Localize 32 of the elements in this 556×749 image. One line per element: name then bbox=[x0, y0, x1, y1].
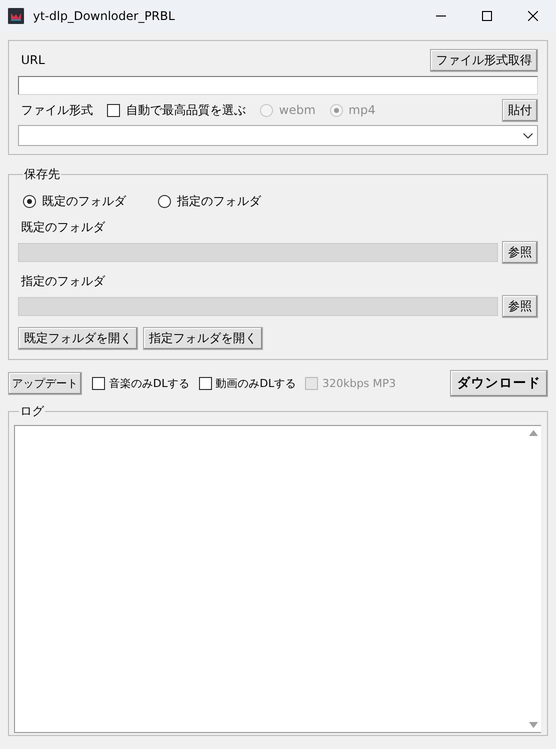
chevron-down-icon bbox=[523, 132, 533, 138]
checkbox-label[interactable]: 音楽のみDLする bbox=[109, 376, 190, 390]
window-title: yt-dlp_Downloder_PRBL bbox=[33, 9, 175, 23]
scroll-down-icon bbox=[528, 722, 538, 728]
url-label: URL bbox=[21, 53, 45, 67]
group-title: ログ bbox=[19, 403, 45, 420]
checkbox[interactable] bbox=[107, 104, 120, 116]
format-label: ファイル形式 bbox=[21, 102, 93, 118]
open-folder-button[interactable]: 指定フォルダを開く bbox=[143, 327, 263, 350]
format-dropdown[interactable] bbox=[18, 125, 538, 146]
group-title: 保存先 bbox=[23, 166, 61, 183]
url-field[interactable] bbox=[18, 76, 538, 95]
update-button[interactable]: アップデート bbox=[8, 372, 82, 394]
paste-button[interactable]: 貼付 bbox=[502, 98, 538, 122]
fetch-format-button[interactable]: ファイル形式取得 bbox=[430, 48, 538, 72]
close-icon bbox=[528, 11, 538, 21]
checkbox[interactable] bbox=[92, 376, 105, 390]
radio-label[interactable]: 既定のフォルダ bbox=[42, 192, 126, 210]
maximize-icon bbox=[482, 11, 492, 21]
checkbox-label[interactable]: 自動で最高品質を選ぶ bbox=[126, 102, 246, 118]
open-folder-button[interactable]: 既定フォルダを開く bbox=[18, 327, 138, 350]
checkbox[interactable] bbox=[198, 376, 212, 390]
radio-button[interactable] bbox=[158, 194, 171, 208]
radio-button[interactable] bbox=[23, 194, 36, 208]
download-button[interactable]: ダウンロード bbox=[450, 370, 548, 396]
radio-label[interactable]: 指定のフォルダ bbox=[177, 192, 261, 210]
app-icon bbox=[8, 8, 24, 24]
scrollbar[interactable] bbox=[525, 425, 541, 733]
checkbox-label[interactable]: 動画のみDLする bbox=[216, 376, 296, 390]
folder-label: 既定のフォルダ bbox=[21, 219, 105, 236]
scroll-up-icon bbox=[528, 430, 538, 436]
folder-label: 指定のフォルダ bbox=[21, 273, 105, 290]
